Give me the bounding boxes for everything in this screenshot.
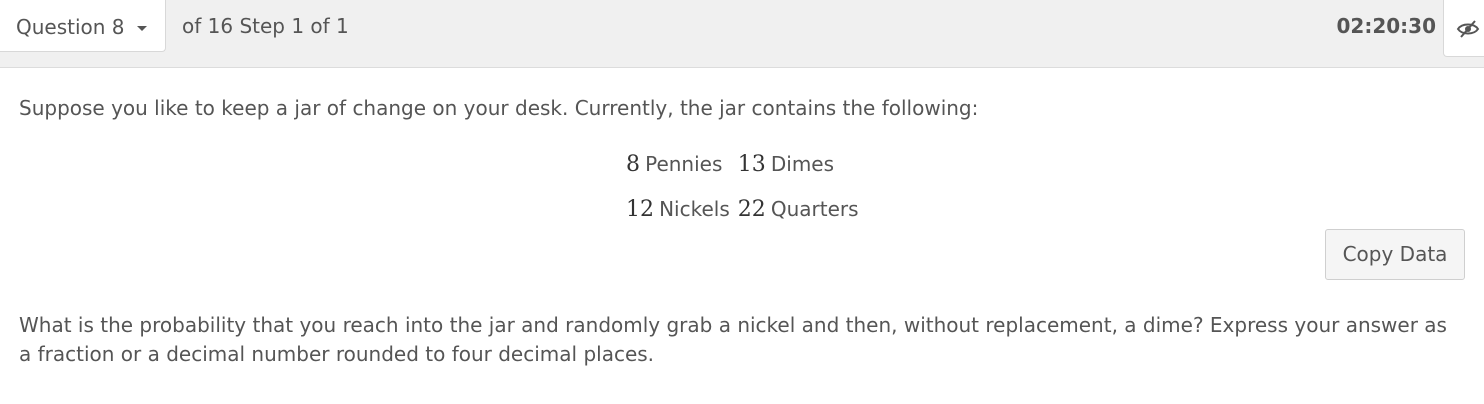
hide-timer-button[interactable] (1443, 0, 1484, 57)
coin-cell-pennies: 8 Pennies (622, 142, 734, 187)
coin-cell-dimes: 13 Dimes (734, 142, 863, 187)
coin-name: Dimes (770, 152, 835, 176)
coin-table: 8 Pennies 13 Dimes 12 Nickels 22 Quarter… (622, 142, 863, 232)
copy-data-button[interactable]: Copy Data (1325, 229, 1465, 280)
question-selector-dropdown[interactable]: Question 8 (0, 0, 166, 52)
eye-slash-icon (1456, 20, 1480, 38)
coin-count: 8 (626, 152, 640, 177)
coin-count: 22 (737, 197, 766, 222)
table-row: 8 Pennies 13 Dimes (622, 142, 863, 187)
timer: 02:20:30 (1336, 14, 1437, 38)
coin-name: Quarters (770, 197, 859, 221)
coin-count: 13 (737, 152, 766, 177)
top-toolbar: Question 8 of 16 Step 1 of 1 02:20:30 (0, 0, 1484, 68)
chevron-down-icon (137, 26, 147, 31)
coin-name: Nickels (659, 197, 730, 221)
problem-intro: Suppose you like to keep a jar of change… (19, 96, 979, 120)
coin-cell-nickels: 12 Nickels (622, 187, 734, 232)
table-row: 12 Nickels 22 Quarters (622, 187, 863, 232)
coin-name: Pennies (645, 152, 723, 176)
coin-cell-quarters: 22 Quarters (734, 187, 863, 232)
coin-count: 12 (626, 197, 654, 222)
question-text: What is the probability that you reach i… (19, 313, 1447, 366)
question-selector-label: Question 8 (16, 15, 125, 39)
step-indicator: of 16 Step 1 of 1 (182, 14, 349, 38)
